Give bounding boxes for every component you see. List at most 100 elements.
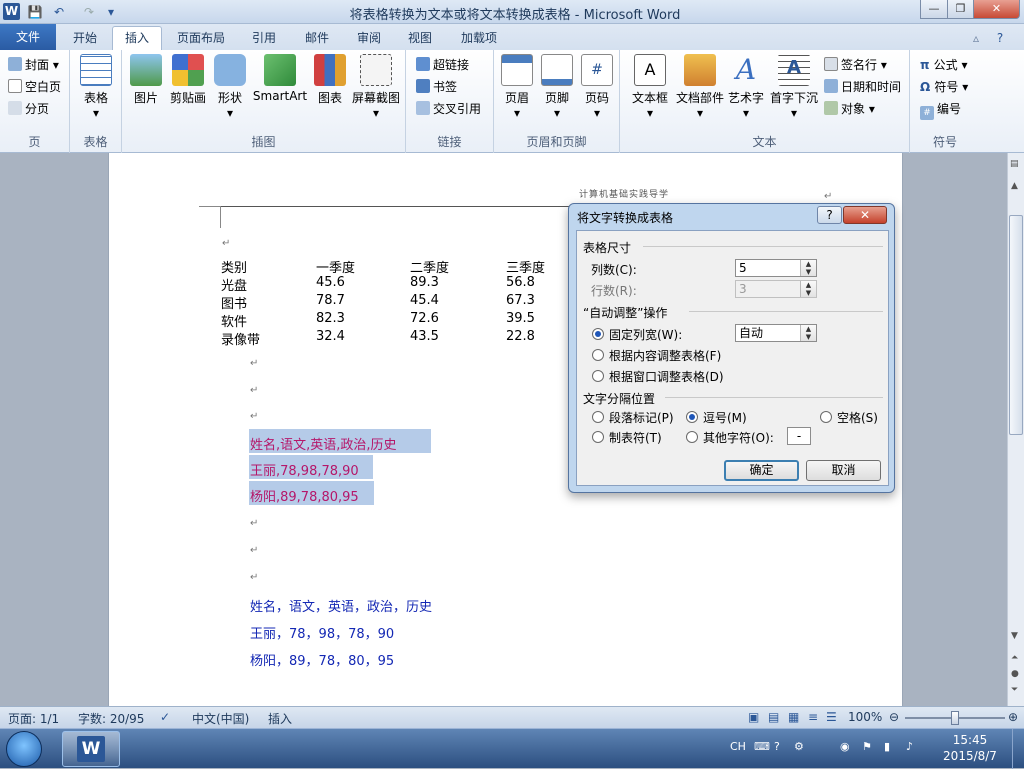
- tab-mailings[interactable]: 邮件: [292, 27, 342, 50]
- textbox-button[interactable]: A 文本框 ▾: [628, 54, 672, 120]
- fixed-width-spinbox[interactable]: 自动 ▲ ▼: [735, 324, 817, 342]
- show-desktop-button[interactable]: [1012, 729, 1024, 769]
- next-page-icon[interactable]: ⏷: [1011, 685, 1018, 695]
- undo-icon[interactable]: ↶: [50, 3, 68, 21]
- ribbon-minimize-icon[interactable]: ▵: [968, 27, 984, 50]
- table-button[interactable]: 表格 ▾: [78, 54, 114, 120]
- fit-content-radio[interactable]: [592, 349, 604, 361]
- tab-home[interactable]: 开始: [62, 27, 108, 50]
- sep-space-radio[interactable]: [820, 411, 832, 423]
- quick-parts-button[interactable]: 文档部件 ▾: [674, 54, 726, 120]
- equation-button[interactable]: π 公式 ▾: [920, 56, 968, 73]
- dialog-close-button[interactable]: ✕: [843, 206, 887, 224]
- zoom-slider-thumb[interactable]: [951, 711, 959, 725]
- qat-customize-icon[interactable]: ▾: [102, 3, 120, 21]
- tab-file[interactable]: 文件: [0, 24, 56, 50]
- word-count[interactable]: 字数: 20/95: [78, 710, 144, 727]
- maximize-button[interactable]: ❐: [947, 0, 974, 19]
- ruler-toggle-icon[interactable]: ▤: [1010, 159, 1019, 169]
- clipart-button[interactable]: 剪贴画: [166, 54, 210, 106]
- close-button[interactable]: ✕: [973, 0, 1020, 19]
- page-break-button[interactable]: 分页: [8, 100, 49, 117]
- scroll-thumb[interactable]: [1009, 215, 1023, 435]
- vertical-scrollbar[interactable]: ▤ ▲ ▼ ⏶ ● ⏷: [1007, 153, 1024, 706]
- outline-icon[interactable]: ≡: [808, 710, 818, 724]
- cover-page-button[interactable]: 封面 ▾: [8, 56, 59, 73]
- spin-arrows-icon[interactable]: ▲ ▼: [800, 260, 816, 276]
- blank-page-button[interactable]: 空白页: [8, 78, 61, 95]
- zoom-in-icon[interactable]: ⊕: [1008, 710, 1018, 724]
- insert-mode[interactable]: 插入: [268, 710, 292, 727]
- spin-arrows-icon[interactable]: ▲ ▼: [800, 325, 816, 341]
- footer-button[interactable]: 页脚 ▾: [538, 54, 576, 120]
- cross-reference-button[interactable]: 交叉引用: [416, 100, 481, 117]
- cancel-button[interactable]: 取消: [806, 460, 881, 481]
- page-count[interactable]: 页面: 1/1: [8, 710, 59, 727]
- help-icon[interactable]: ?: [990, 27, 1010, 50]
- tab-insert[interactable]: 插入: [112, 26, 162, 51]
- smartart-button[interactable]: SmartArt: [250, 54, 310, 103]
- ime-indicator[interactable]: CH: [730, 740, 746, 753]
- chart-button[interactable]: 图表: [312, 54, 348, 106]
- sep-comma-radio[interactable]: [686, 411, 698, 423]
- flag-icon[interactable]: ⚑: [862, 740, 872, 753]
- date-time-button[interactable]: 日期和时间: [824, 78, 901, 95]
- keyboard-icon[interactable]: ⌨: [754, 740, 770, 753]
- clock[interactable]: 15:45 2015/8/7: [930, 732, 1010, 764]
- screenshot-button[interactable]: 屏幕截图 ▾: [350, 54, 402, 120]
- page-number-button[interactable]: # 页码 ▾: [578, 54, 616, 120]
- selected-text-line[interactable]: 杨阳,89,78,80,95: [250, 486, 359, 505]
- tab-view[interactable]: 视图: [396, 27, 444, 50]
- minimize-button[interactable]: —: [920, 0, 948, 19]
- sep-tab-radio[interactable]: [592, 431, 604, 443]
- word-app-icon[interactable]: W: [3, 3, 20, 20]
- print-layout-icon[interactable]: ▣: [748, 710, 759, 724]
- redo-icon[interactable]: ↷: [80, 3, 98, 21]
- browse-object-icon[interactable]: ●: [1011, 669, 1019, 679]
- full-screen-icon[interactable]: ▤: [768, 710, 779, 724]
- zoom-level[interactable]: 100%: [848, 710, 882, 724]
- tab-review[interactable]: 审阅: [346, 27, 392, 50]
- symbol-button[interactable]: Ω 符号 ▾: [920, 78, 968, 95]
- bookmark-button[interactable]: 书签: [416, 78, 457, 95]
- dialog-help-button[interactable]: ?: [817, 206, 842, 224]
- ok-button[interactable]: 确定: [724, 460, 799, 481]
- help-tray-icon[interactable]: ?: [774, 740, 780, 753]
- columns-spinbox[interactable]: 5 ▲ ▼: [735, 259, 817, 277]
- tab-references[interactable]: 引用: [240, 27, 288, 50]
- start-button[interactable]: [6, 731, 42, 767]
- sep-other-radio[interactable]: [686, 431, 698, 443]
- other-char-input[interactable]: -: [787, 427, 811, 445]
- sep-paragraph-radio[interactable]: [592, 411, 604, 423]
- settings-tray-icon[interactable]: ⚙: [794, 740, 804, 753]
- object-button[interactable]: 对象 ▾: [824, 100, 875, 117]
- text-line[interactable]: 杨阳，89，78，80，95: [250, 650, 394, 669]
- fixed-width-radio[interactable]: [592, 328, 604, 340]
- web-layout-icon[interactable]: ▦: [788, 710, 799, 724]
- hyperlink-button[interactable]: 超链接: [416, 56, 469, 73]
- language-indicator[interactable]: 中文(中国): [192, 710, 249, 727]
- network-icon[interactable]: ▮: [884, 740, 890, 753]
- text-line[interactable]: 王丽，78，98，78，90: [250, 623, 394, 642]
- numbering-button[interactable]: # 编号: [920, 100, 961, 120]
- tab-addins[interactable]: 加载项: [450, 27, 508, 50]
- taskbar-word-button[interactable]: W: [62, 731, 120, 767]
- picture-button[interactable]: 图片: [128, 54, 164, 106]
- scroll-up-icon[interactable]: ▲: [1011, 181, 1018, 191]
- save-icon[interactable]: 💾: [26, 3, 44, 21]
- header-button[interactable]: 页眉 ▾: [498, 54, 536, 120]
- shapes-button[interactable]: 形状 ▾: [212, 54, 248, 120]
- proofing-icon[interactable]: ✓: [160, 710, 170, 724]
- draft-icon[interactable]: ☰: [826, 710, 837, 724]
- previous-page-icon[interactable]: ⏶: [1011, 653, 1018, 663]
- security-tray-icon[interactable]: ◉: [840, 740, 850, 753]
- dropcap-button[interactable]: A 首字下沉 ▾: [768, 54, 820, 120]
- signature-line-button[interactable]: 签名行 ▾: [824, 56, 887, 73]
- zoom-out-icon[interactable]: ⊖: [889, 710, 899, 724]
- volume-icon[interactable]: ♪: [906, 740, 913, 753]
- text-line[interactable]: 姓名，语文，英语，政治，历史: [250, 596, 432, 615]
- tab-page-layout[interactable]: 页面布局: [168, 27, 234, 50]
- wordart-button[interactable]: A 艺术字 ▾: [726, 54, 766, 121]
- selected-text-line[interactable]: 王丽,78,98,78,90: [250, 460, 359, 479]
- fit-window-radio[interactable]: [592, 370, 604, 382]
